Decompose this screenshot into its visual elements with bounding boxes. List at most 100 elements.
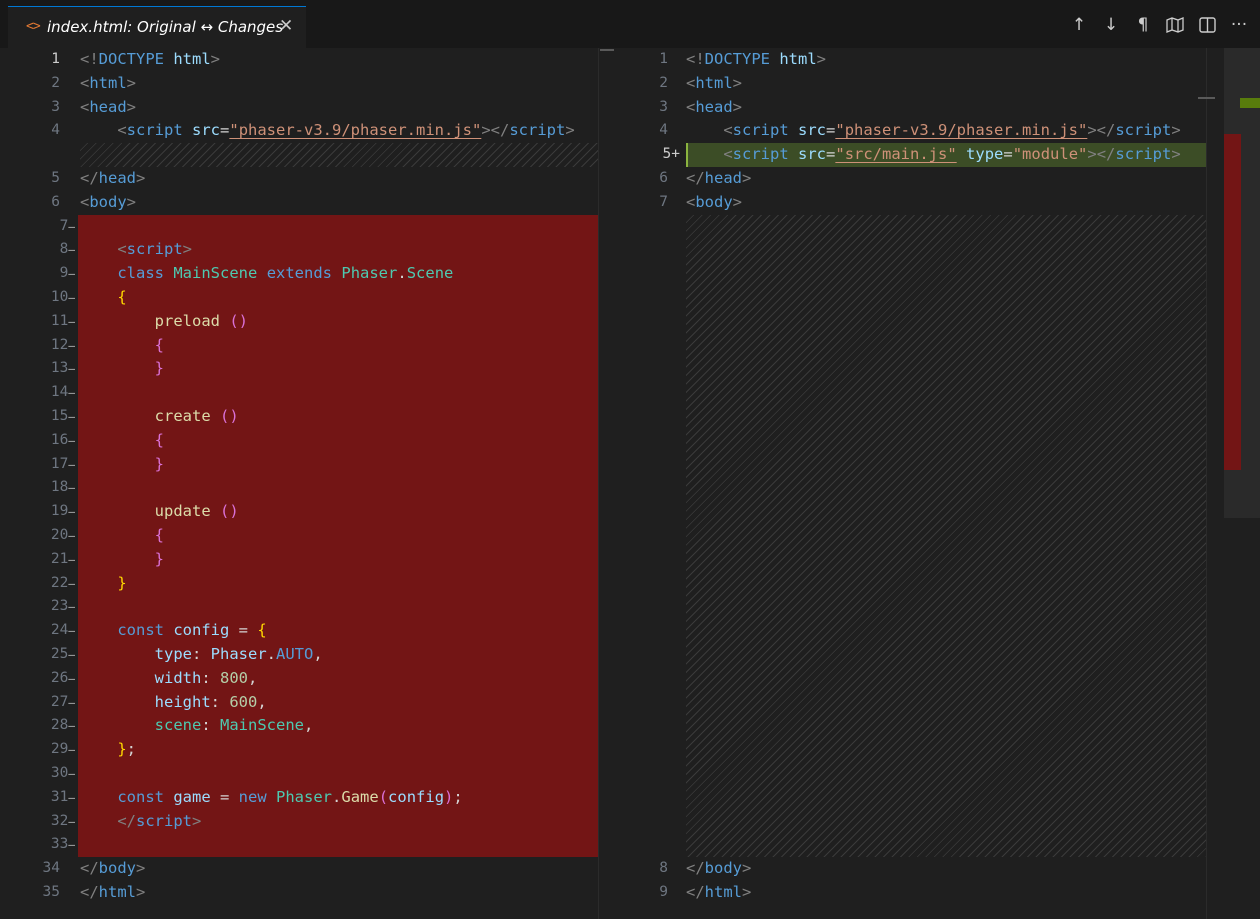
arrow-down-icon[interactable]: ↓ <box>1100 14 1122 36</box>
line-number: 2 <box>638 72 668 96</box>
code-token: scene <box>154 716 202 735</box>
code-token: , <box>304 716 314 735</box>
line-number-text: 6 <box>659 170 668 186</box>
line-number-text: 1 <box>51 51 60 67</box>
code-token: body <box>89 192 127 211</box>
code-token: html <box>98 883 136 901</box>
code-token: head <box>695 97 733 116</box>
line-number-text: 26 <box>50 669 69 686</box>
code-line: } <box>80 453 164 477</box>
code-token: . <box>332 787 342 806</box>
line-number-text: 4 <box>51 122 60 139</box>
code-token: > <box>1171 145 1181 164</box>
code-line: scene: MainScene, <box>80 714 314 738</box>
line-number-text: 14 <box>50 384 69 401</box>
code-token: </ <box>686 859 705 878</box>
line-number: 27— <box>20 691 75 715</box>
code-token: 600 <box>229 692 258 711</box>
code-line: const config = { <box>80 619 266 643</box>
original-editor-pane[interactable]: 1 <!DOCTYPE html> 2 <html> 3 <head> 4 <script … <box>0 48 614 919</box>
code-token: = <box>229 621 258 640</box>
code-token: } <box>154 549 164 568</box>
close-icon[interactable]: ✕ <box>279 16 293 36</box>
code-token: = <box>826 145 836 164</box>
modified-editor-content[interactable]: 1 <!DOCTYPE html> 2 <html> 3 <head> 4 <script … <box>614 48 1260 919</box>
line-number-text: 35 <box>42 884 60 900</box>
line-number: 7— <box>20 215 75 239</box>
code-line: update () <box>80 500 239 524</box>
code-token: Game <box>341 787 379 806</box>
code-line: </script> <box>80 810 201 834</box>
code-line: </body> <box>686 857 751 881</box>
code-token: () <box>229 311 248 330</box>
line-number: 6 <box>20 191 60 215</box>
minimap-border <box>1206 48 1207 919</box>
code-line: preload () <box>80 310 248 334</box>
code-token: extends <box>266 264 333 283</box>
line-number: 2 <box>20 72 60 96</box>
code-line: <body> <box>80 191 136 215</box>
code-token: = <box>210 787 239 806</box>
original-scroll-marker <box>600 49 614 51</box>
arrow-up-icon[interactable]: ↑ <box>1068 14 1090 36</box>
code-token: { <box>154 526 164 544</box>
line-number: 14— <box>20 381 75 405</box>
diff-placeholder-hatch <box>686 214 1224 858</box>
line-number: 19— <box>20 500 75 524</box>
code-token: ; <box>453 787 463 806</box>
map-icon[interactable] <box>1164 14 1186 36</box>
code-line: height: 600, <box>80 691 267 715</box>
line-number: 28— <box>20 714 75 738</box>
removed-line-marker: — <box>68 671 75 685</box>
minimap[interactable] <box>1198 48 1260 919</box>
line-number: 1 <box>638 48 668 72</box>
diff-placeholder-hatch <box>80 143 614 167</box>
code-line: </head> <box>686 167 751 191</box>
code-token: html <box>695 73 733 92</box>
line-number: 23— <box>20 595 75 619</box>
line-number-text: 3 <box>659 98 668 115</box>
html-file-icon: <> <box>26 19 41 34</box>
modified-editor-pane[interactable]: 1 <!DOCTYPE html> 2 <html> 3 <head> 4 <script … <box>614 48 1260 919</box>
original-editor-content[interactable]: 1 <!DOCTYPE html> 2 <html> 3 <head> 4 <script … <box>0 48 614 919</box>
code-line: <script src="phaser-v3.9/phaser.min.js">… <box>686 119 1180 143</box>
code-token: ></ <box>1087 145 1116 164</box>
code-token: > <box>732 73 743 92</box>
removed-line-marker: — <box>68 624 75 638</box>
code-token: Phaser <box>341 264 398 283</box>
code-token: > <box>210 50 221 68</box>
code-token: > <box>182 240 193 259</box>
code-token: </ <box>686 169 705 187</box>
more-icon[interactable]: ··· <box>1228 14 1250 36</box>
code-token: script <box>1115 121 1172 140</box>
code-token: . <box>397 264 407 283</box>
line-number: 4 <box>20 119 60 143</box>
line-number: 35 <box>20 881 60 905</box>
pilcrow-icon[interactable]: ¶ <box>1132 14 1154 36</box>
code-token: height <box>154 692 211 711</box>
code-token: } <box>154 454 164 473</box>
code-token: = <box>826 121 836 140</box>
original-scrollbar[interactable] <box>598 48 614 919</box>
minimap-removed-marker <box>1224 134 1241 470</box>
split-editor-icon[interactable] <box>1196 14 1218 36</box>
code-token: > <box>732 97 743 116</box>
removed-line-marker: — <box>68 338 75 352</box>
line-number: 1 <box>20 48 60 72</box>
line-number: 22— <box>20 572 75 596</box>
line-number-text: 11 <box>50 312 69 329</box>
line-number: 15— <box>20 405 75 429</box>
code-token: </ <box>80 883 99 901</box>
tab-index-html-diff[interactable]: <> index.html: Original ↔ Changes ✕ <box>8 6 306 48</box>
line-number-text: 7 <box>659 193 668 210</box>
